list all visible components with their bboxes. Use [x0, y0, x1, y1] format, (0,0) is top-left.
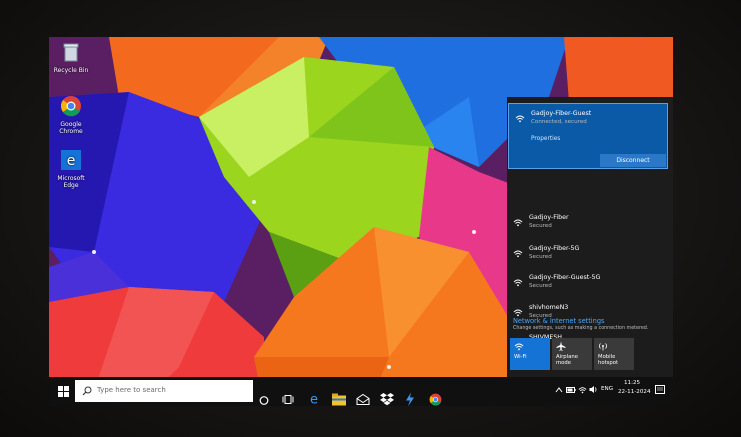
edge-icon: e — [61, 150, 81, 170]
desktop-icon-microsoft-edge[interactable]: e Microsoft Edge — [51, 149, 91, 189]
wifi-icon — [514, 343, 524, 351]
network-settings-area: Network & Internet settings Change setti… — [507, 37, 673, 377]
lightning-app-icon[interactable] — [405, 385, 415, 406]
network-settings-description: Change settings, such as making a connec… — [513, 326, 649, 331]
notification-icon[interactable] — [655, 385, 665, 395]
search-box[interactable]: Type here to search — [75, 380, 253, 402]
quick-action-airplane-mode[interactable]: Airplane mode — [552, 338, 592, 370]
task-view-icon[interactable] — [282, 385, 294, 406]
windows-logo-icon — [58, 386, 69, 397]
start-button[interactable] — [53, 377, 75, 406]
mail-icon[interactable] — [356, 385, 370, 406]
chevron-up-icon[interactable] — [555, 387, 563, 393]
chrome-taskbar-icon[interactable] — [429, 385, 442, 406]
desktop-icon-google-chrome[interactable]: Google Chrome — [51, 95, 91, 135]
quick-action-wifi[interactable]: Wi-Fi — [510, 338, 550, 370]
hotspot-icon — [599, 343, 607, 351]
battery-icon[interactable] — [566, 386, 576, 394]
wifi-tray-icon[interactable] — [578, 385, 587, 394]
quick-action-label: Mobile hotspot — [598, 354, 619, 366]
clock-time[interactable]: 11:25 — [624, 380, 640, 386]
desktop-icon-recycle-bin[interactable]: Recycle Bin — [51, 41, 91, 74]
language-indicator[interactable]: ENG — [601, 386, 613, 392]
edge-taskbar-icon[interactable]: e — [307, 384, 321, 407]
quick-action-label: Wi-Fi — [514, 354, 527, 360]
recycle-bin-icon — [63, 43, 79, 62]
volume-icon[interactable] — [589, 385, 598, 394]
quick-action-label: Airplane mode — [556, 354, 578, 366]
cortana-icon[interactable] — [259, 386, 269, 406]
desktop-icon-label: Google Chrome — [59, 121, 83, 135]
desktop-icon-label: Microsoft Edge — [57, 175, 85, 189]
airplane-icon — [556, 341, 566, 351]
quick-action-mobile-hotspot[interactable]: Mobile hotspot — [594, 338, 634, 370]
desktop-screen: Recycle Bin Google Chrome e Microsoft Ed… — [49, 37, 673, 406]
search-icon — [82, 386, 92, 396]
svg-text:e: e — [310, 393, 318, 407]
dropbox-icon[interactable] — [380, 385, 394, 406]
chrome-icon — [61, 96, 81, 117]
desktop-icon-label: Recycle Bin — [53, 67, 89, 74]
clock-date[interactable]: 22-11-2024 — [618, 389, 651, 395]
network-settings-link[interactable]: Network & Internet settings — [513, 317, 604, 325]
file-explorer-icon[interactable] — [332, 385, 346, 406]
svg-text:e: e — [67, 153, 76, 169]
search-placeholder: Type here to search — [97, 386, 166, 394]
taskbar: Type here to search e ENG 11:25 22-11-20… — [49, 377, 673, 406]
